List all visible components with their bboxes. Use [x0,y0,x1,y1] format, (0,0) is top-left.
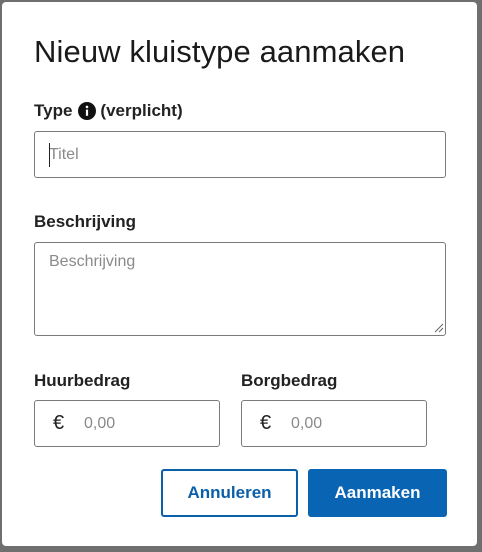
rent-amount-field[interactable]: € [34,400,220,447]
type-label: Type [34,101,73,120]
type-title-input[interactable] [34,131,446,178]
resize-grip-icon[interactable] [433,322,444,333]
deposit-amount-label: Borgbedrag [241,371,338,390]
description-label: Beschrijving [34,212,137,231]
dialog-title: Nieuw kluistype aanmaken [34,34,406,69]
rent-amount-input[interactable] [82,413,186,434]
create-locker-type-dialog: Nieuw kluistype aanmaken Type (verplicht… [2,2,477,546]
rent-amount-label: Huurbedrag [34,371,131,390]
deposit-amount-input[interactable] [289,413,393,434]
description-textarea[interactable] [34,242,446,336]
type-label-row: Type (verplicht) [34,101,183,121]
cancel-button[interactable]: Annuleren [161,469,298,517]
create-button[interactable]: Aanmaken [308,469,447,517]
deposit-amount-field[interactable]: € [241,400,427,447]
text-cursor [49,143,50,167]
euro-icon: € [260,412,272,434]
required-indicator: (verplicht) [100,101,183,120]
info-circle-icon[interactable] [78,102,97,120]
euro-icon: € [53,412,65,434]
